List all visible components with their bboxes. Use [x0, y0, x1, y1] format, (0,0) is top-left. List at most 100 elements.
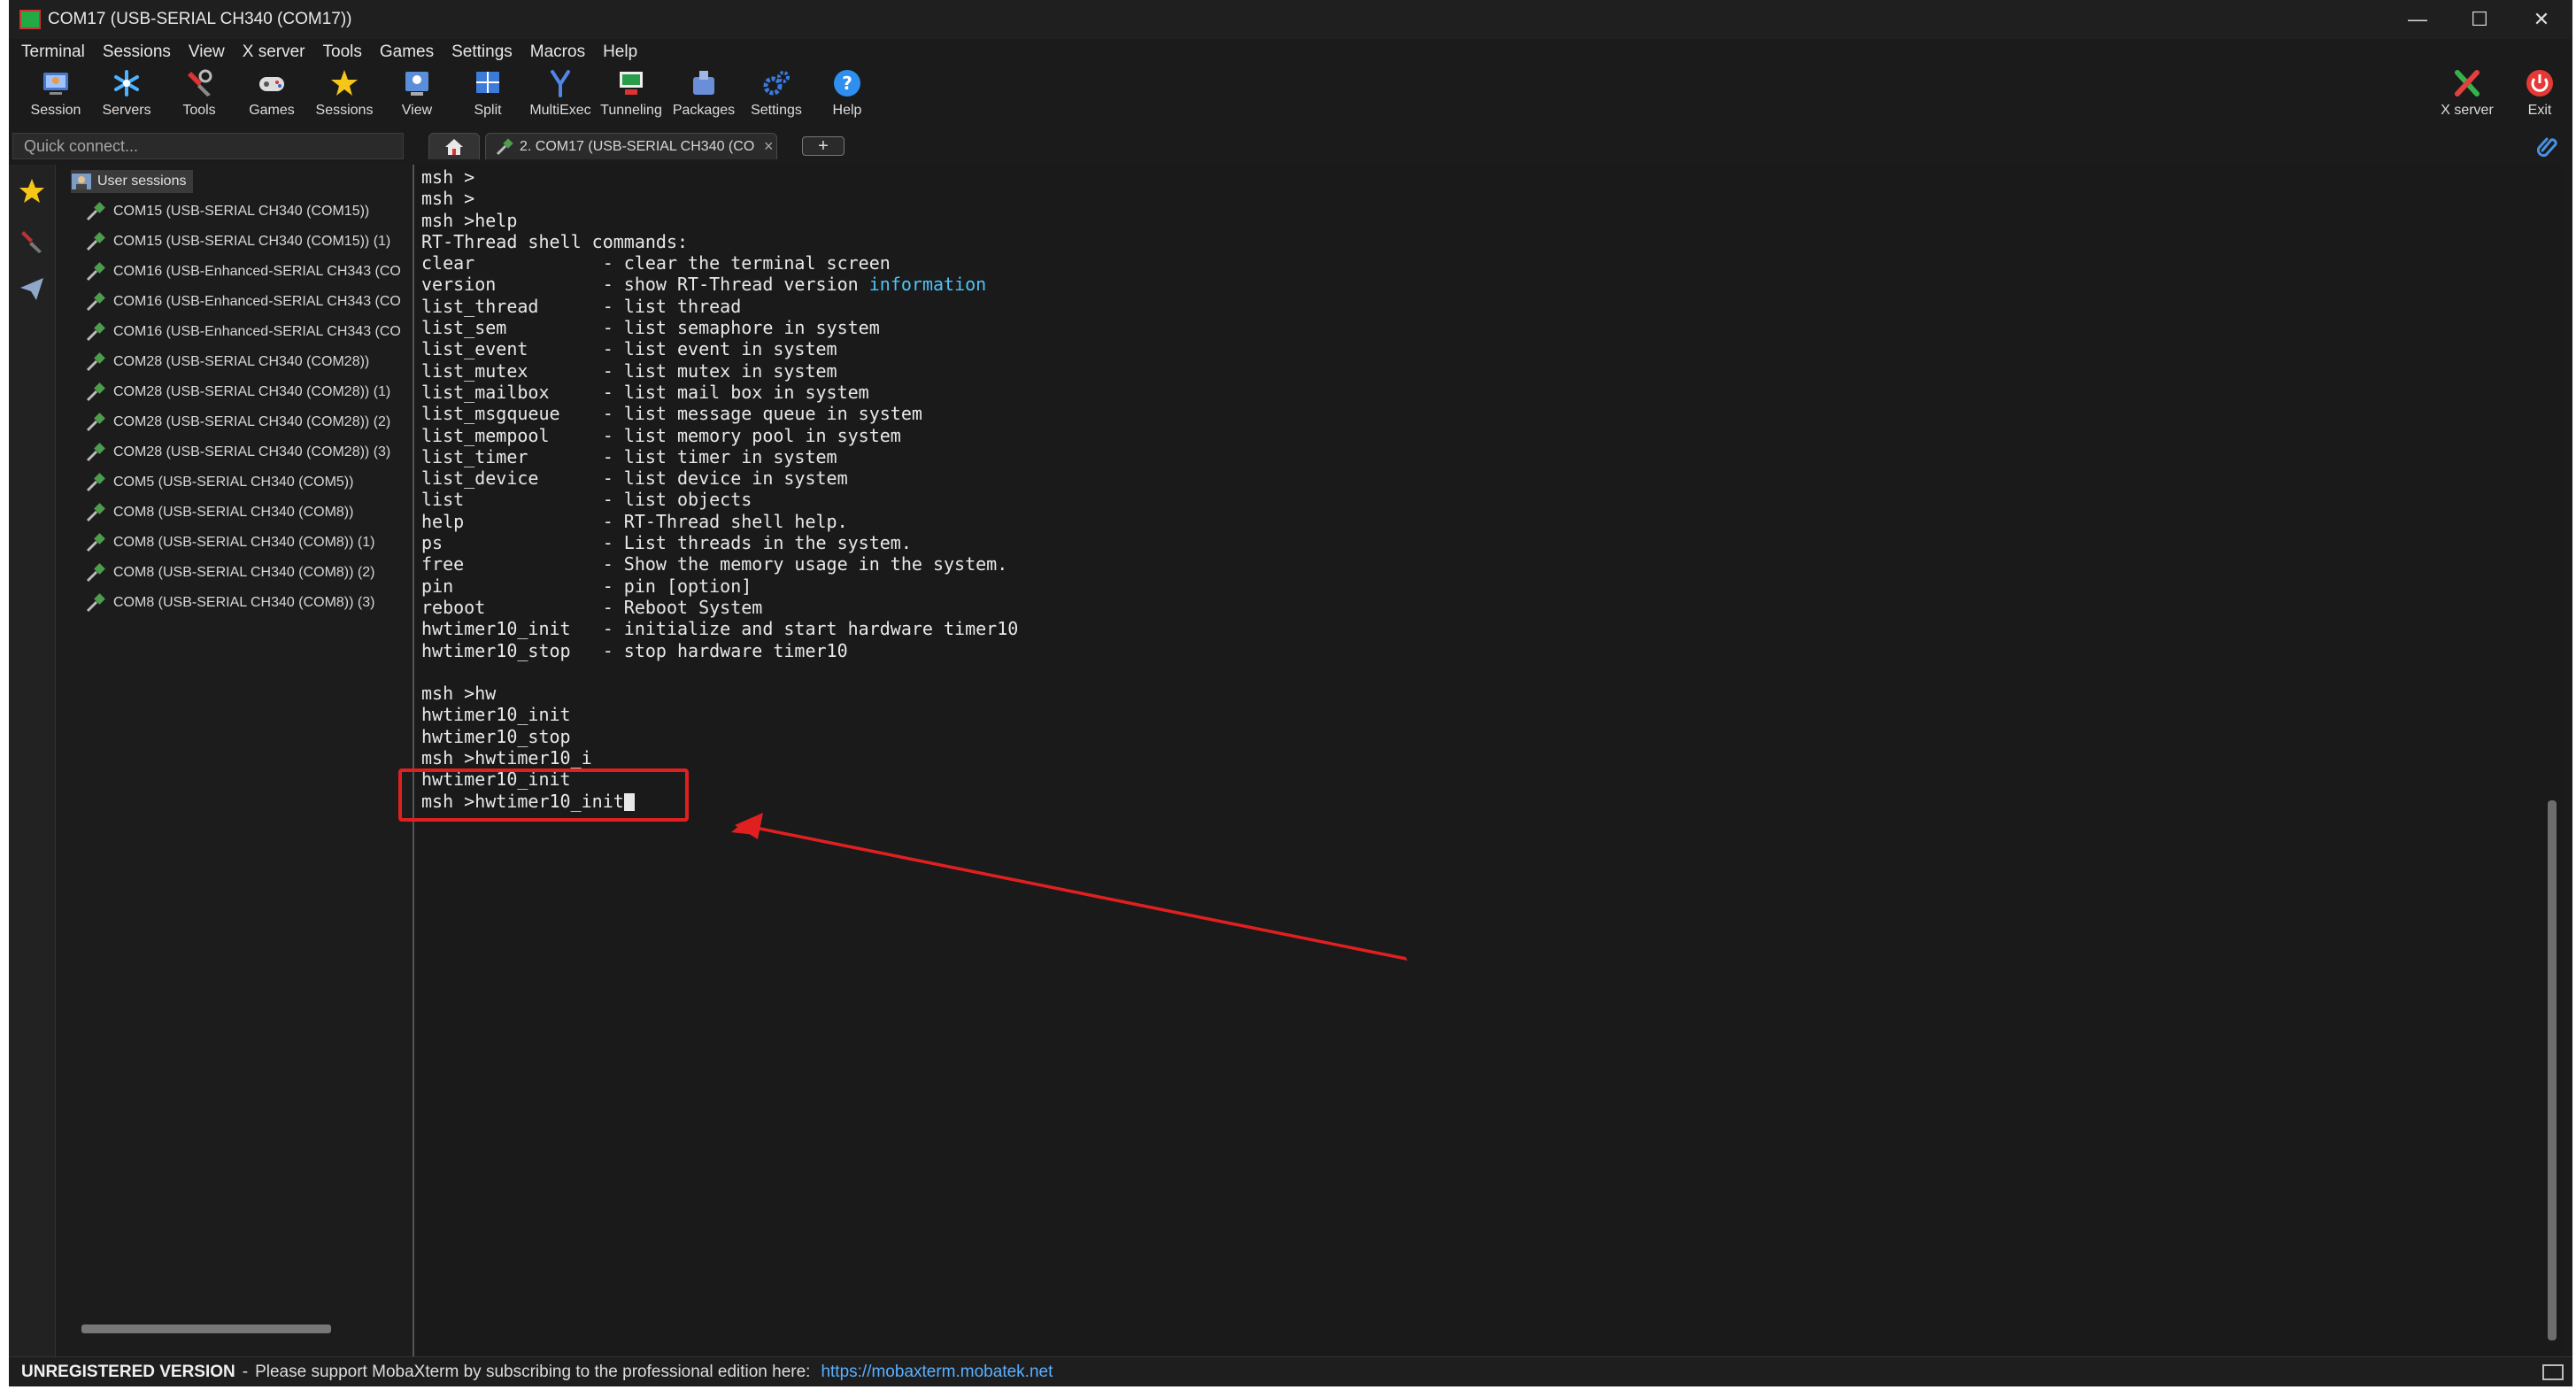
session-label: COM8 (USB-SERIAL CH340 (COM8)) (2): [113, 565, 375, 580]
toolbar-settings-button[interactable]: Settings: [740, 66, 813, 126]
serial-plug-icon: [86, 382, 105, 402]
minimize-button[interactable]: —: [2387, 0, 2449, 39]
menu-macros[interactable]: Macros: [523, 42, 596, 62]
session-item[interactable]: COM28 (USB-SERIAL CH340 (COM28)): [85, 349, 369, 375]
terminal-line: list_thread - list thread: [421, 296, 1018, 317]
toolbar-split-button[interactable]: Split: [451, 66, 524, 126]
title-bar: COM17 (USB-SERIAL CH340 (COM17)) — ☐ ✕: [9, 0, 2572, 39]
serial-plug-icon: [86, 262, 105, 282]
terminal-area[interactable]: msh > msh > msh >help RT-Thread shell comma…: [413, 165, 2562, 1356]
menu-bar: Terminal Sessions View X server Tools Ga…: [9, 39, 648, 66]
terminal-line: msh >hwtimer10_i: [421, 747, 1018, 768]
packages-icon: [686, 66, 721, 101]
terminal-line-text: reboot - Reboot System: [421, 596, 763, 618]
toolbar-multiexec-button[interactable]: MultiExec: [524, 66, 597, 126]
tools-side-icon[interactable]: [18, 227, 46, 255]
annotation-highlight-box: [398, 768, 689, 822]
toolbar-sessions-button[interactable]: Sessions: [308, 66, 381, 126]
menu-x-server[interactable]: X server: [235, 42, 316, 62]
quick-connect-input[interactable]: [12, 133, 404, 159]
menu-view[interactable]: View: [181, 42, 235, 62]
session-item[interactable]: COM15 (USB-SERIAL CH340 (COM15)): [85, 198, 369, 225]
session-item[interactable]: COM8 (USB-SERIAL CH340 (COM8)) (2): [85, 560, 374, 586]
session-item[interactable]: COM8 (USB-SERIAL CH340 (COM8)) (1): [85, 529, 374, 556]
terminal-line-text: hwtimer10_stop - stop hardware timer10: [421, 639, 848, 661]
tab-com17[interactable]: 2. COM17 (USB-SERIAL CH340 (CO ×: [485, 133, 777, 159]
terminal-line: hwtimer10_init - initialize and start ha…: [421, 618, 1018, 639]
session-item[interactable]: COM16 (USB-Enhanced-SERIAL CH343 (CO: [85, 259, 401, 285]
toolbar-xserver-button[interactable]: X server: [2431, 66, 2503, 126]
session-item[interactable]: COM28 (USB-SERIAL CH340 (COM28)) (3): [85, 439, 390, 466]
home-tab[interactable]: [428, 133, 480, 159]
terminal-line: reboot - Reboot System: [421, 597, 1018, 618]
xserver-icon: [2449, 66, 2485, 101]
terminal-line: RT-Thread shell commands:: [421, 231, 1018, 252]
toolbar-servers-button[interactable]: Servers: [90, 66, 163, 126]
session-item[interactable]: COM15 (USB-SERIAL CH340 (COM15)) (1): [85, 228, 390, 255]
serial-plug-icon: [86, 443, 105, 462]
terminal-line: free - Show the memory usage in the syst…: [421, 553, 1018, 575]
terminal-line-text: list_mailbox - list mail box in system: [421, 381, 869, 403]
terminal-line-text: pin - pin [option]: [421, 575, 752, 597]
toolbar-help-button[interactable]: ? Help: [811, 66, 883, 126]
settings-icon: [759, 66, 794, 101]
toolbar-session-button[interactable]: Session: [19, 66, 92, 126]
terminal-line-text: ps - List threads in the system.: [421, 532, 912, 554]
serial-plug-icon: [86, 593, 105, 613]
session-item[interactable]: COM28 (USB-SERIAL CH340 (COM28)) (2): [85, 409, 390, 436]
games-icon: [254, 66, 289, 101]
status-bar: UNREGISTERED VERSION - Please support Mo…: [9, 1356, 2572, 1386]
user-sessions-folder[interactable]: User sessions: [71, 170, 194, 193]
new-tab-button[interactable]: +: [802, 136, 845, 156]
close-button[interactable]: ✕: [2510, 0, 2572, 39]
split-icon: [470, 66, 505, 101]
mobaxterm-window: COM17 (USB-SERIAL CH340 (COM17)) — ☐ ✕ T…: [9, 0, 2572, 1386]
menu-settings[interactable]: Settings: [444, 42, 523, 62]
toolbar-packages-button[interactable]: Packages: [667, 66, 740, 126]
menu-games[interactable]: Games: [373, 42, 444, 62]
paperclip-icon[interactable]: [2535, 135, 2558, 158]
serial-plug-icon: [86, 473, 105, 492]
vertical-scrollbar[interactable]: [2548, 800, 2557, 1340]
tab-close-icon[interactable]: ×: [764, 137, 774, 156]
monitor-icon[interactable]: [2542, 1364, 2564, 1380]
terminal-line: list - list objects: [421, 489, 1018, 510]
session-item[interactable]: COM8 (USB-SERIAL CH340 (COM8)): [85, 499, 353, 526]
terminal-line-text: list_timer - list timer in system: [421, 445, 837, 467]
session-item[interactable]: COM5 (USB-SERIAL CH340 (COM5)): [85, 469, 353, 496]
session-item[interactable]: COM28 (USB-SERIAL CH340 (COM28)) (1): [85, 379, 390, 405]
maximize-button[interactable]: ☐: [2449, 0, 2510, 39]
exit-icon: [2522, 66, 2557, 101]
menu-terminal[interactable]: Terminal: [14, 42, 96, 62]
send-paper-plane-icon[interactable]: [18, 274, 46, 303]
sessions-panel: User sessions COM15 (USB-SERIAL CH340 (C…: [57, 165, 411, 1356]
toolbar-tunneling-button[interactable]: Tunneling: [595, 66, 667, 126]
terminal-line-text: list_msgqueue - list message queue in sy…: [421, 403, 922, 425]
menu-sessions[interactable]: Sessions: [96, 42, 181, 62]
session-item[interactable]: COM8 (USB-SERIAL CH340 (COM8)) (3): [85, 590, 374, 616]
favorites-star-icon[interactable]: [18, 177, 46, 205]
toolbar-games-button[interactable]: Games: [235, 66, 308, 126]
menu-help[interactable]: Help: [596, 42, 648, 62]
user-folder-icon: [72, 174, 91, 189]
toolbar-tools-button[interactable]: Tools: [163, 66, 235, 126]
session-label: COM28 (USB-SERIAL CH340 (COM28)): [113, 354, 370, 369]
menu-tools[interactable]: Tools: [316, 42, 373, 62]
terminal-line: list_timer - list timer in system: [421, 446, 1018, 467]
terminal-line: list_mempool - list memory pool in syste…: [421, 425, 1018, 446]
terminal-line: hwtimer10_stop: [421, 726, 1018, 747]
session-item[interactable]: COM16 (USB-Enhanced-SERIAL CH343 (CO: [85, 289, 401, 315]
terminal-line-text: clear - clear the terminal screen: [421, 252, 891, 274]
horizontal-scrollbar[interactable]: [81, 1324, 331, 1333]
terminal-line: msh >help: [421, 210, 1018, 231]
serial-plug-icon: [86, 232, 105, 251]
help-icon: ?: [829, 66, 865, 101]
session-item[interactable]: COM16 (USB-Enhanced-SERIAL CH343 (CO: [85, 319, 401, 345]
toolbar-exit-button[interactable]: Exit: [2503, 66, 2572, 126]
session-label: COM16 (USB-Enhanced-SERIAL CH343 (CO: [113, 264, 401, 279]
window-title: COM17 (USB-SERIAL CH340 (COM17)): [48, 10, 352, 28]
toolbar-view-button[interactable]: View: [381, 66, 453, 126]
serial-plug-icon: [86, 533, 105, 552]
mobaxterm-link[interactable]: https://mobaxterm.mobatek.net: [821, 1363, 1053, 1382]
